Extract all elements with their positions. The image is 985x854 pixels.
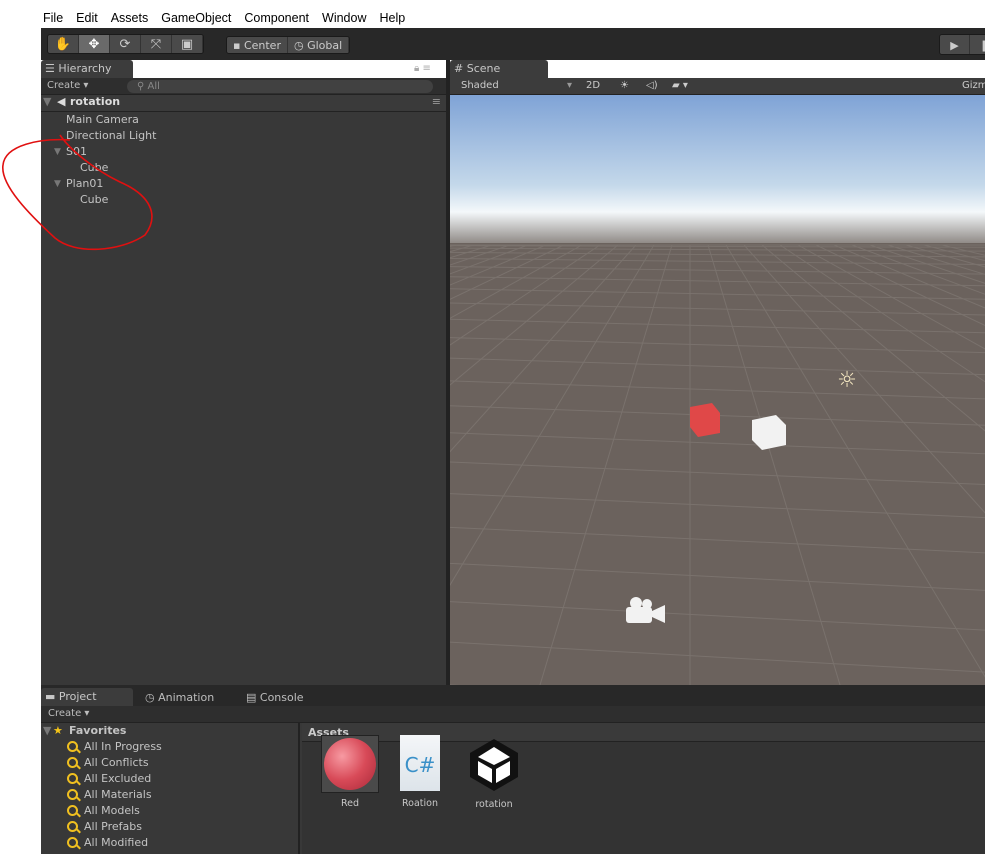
red-annotation-circle xyxy=(2,134,153,251)
